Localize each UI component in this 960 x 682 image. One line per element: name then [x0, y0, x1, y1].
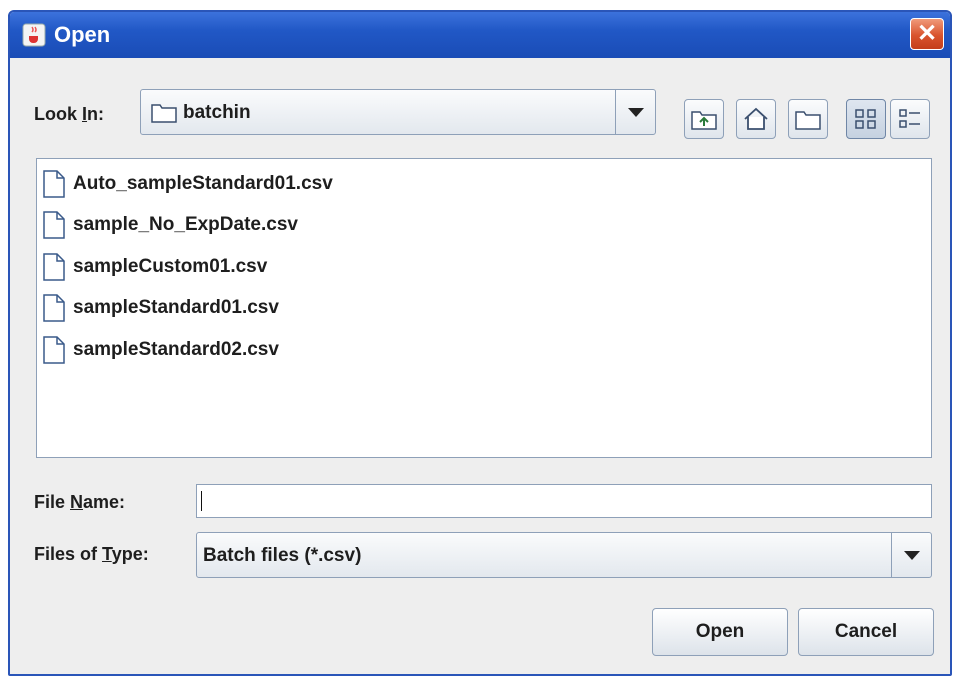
- file-name: sample_No_ExpDate.csv: [73, 214, 298, 235]
- up-one-level-button[interactable]: [684, 99, 724, 139]
- text-caret: [201, 491, 202, 511]
- file-icon: [43, 294, 65, 322]
- cancel-button[interactable]: Cancel: [798, 608, 934, 656]
- close-icon: ✕: [916, 20, 938, 47]
- new-folder-icon: [795, 111, 821, 130]
- look-in-combo[interactable]: batchin: [140, 89, 656, 135]
- file-icon: [43, 211, 65, 239]
- list-item[interactable]: sampleCustom01.csv: [43, 250, 267, 284]
- file-icon: [43, 253, 65, 281]
- file-name-field[interactable]: [196, 484, 932, 518]
- file-icon: [43, 170, 65, 198]
- file-name-label: File Name:: [34, 492, 126, 512]
- dialog-title: Open: [54, 22, 111, 47]
- title-bar[interactable]: Open ✕: [10, 12, 950, 58]
- list-view-button[interactable]: [846, 99, 886, 139]
- list-item[interactable]: Auto_sampleStandard01.csv: [43, 167, 333, 201]
- files-of-type-label: Files of Type:: [34, 544, 149, 564]
- file-name: Auto_sampleStandard01.csv: [73, 173, 333, 194]
- files-of-type-combo[interactable]: Batch files (*.csv): [196, 532, 932, 578]
- file-name: sampleStandard01.csv: [73, 297, 279, 318]
- home-icon: [744, 107, 768, 130]
- look-in-label: Look In:: [34, 104, 105, 124]
- file-name: sampleCustom01.csv: [73, 256, 268, 277]
- up-folder-icon: [691, 111, 717, 130]
- file-name: sampleStandard02.csv: [73, 339, 279, 360]
- chevron-down-icon: [903, 550, 920, 560]
- details-view-button[interactable]: [890, 99, 930, 139]
- list-item[interactable]: sampleStandard01.csv: [43, 291, 279, 325]
- java-cup-icon: [22, 23, 46, 47]
- close-button[interactable]: ✕: [910, 18, 944, 50]
- details-view-icon: [899, 109, 920, 128]
- file-list[interactable]: Auto_sampleStandard01.csv sample_No_ExpD…: [36, 158, 932, 458]
- files-of-type-dropdown-arrow[interactable]: [891, 533, 931, 577]
- chevron-down-icon: [627, 107, 644, 117]
- open-dialog: Open ✕ Look In: batchin Auto_sampleStand…: [8, 10, 952, 676]
- list-item[interactable]: sampleStandard02.csv: [43, 333, 279, 367]
- folder-icon: [151, 104, 177, 123]
- file-icon: [43, 336, 65, 364]
- files-of-type-value: Batch files (*.csv): [203, 545, 362, 566]
- home-button[interactable]: [736, 99, 776, 139]
- list-view-icon: [855, 109, 876, 129]
- new-folder-button[interactable]: [788, 99, 828, 139]
- open-button[interactable]: Open: [652, 608, 788, 656]
- look-in-value: batchin: [183, 102, 251, 123]
- look-in-dropdown-arrow[interactable]: [615, 90, 655, 134]
- list-item[interactable]: sample_No_ExpDate.csv: [43, 208, 298, 242]
